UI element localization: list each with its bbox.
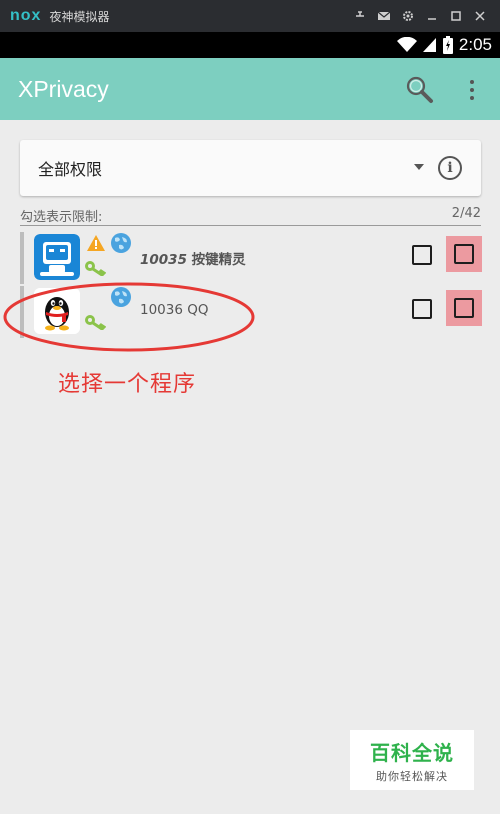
app-uid: 10035: [140, 252, 187, 268]
restriction-checkbox-highlighted[interactable]: [454, 244, 474, 264]
app-label: 按键精灵: [191, 252, 246, 268]
status-time: 2:05: [458, 35, 492, 54]
warning-icon: [87, 235, 105, 251]
minimize-icon[interactable]: [420, 0, 444, 32]
app-list-item[interactable]: 10035 按键精灵: [20, 232, 482, 284]
restricted-checkbox-cell: [446, 236, 482, 272]
mail-icon[interactable]: [372, 0, 396, 32]
watermark-logo: 百科全说 助你轻松解决: [350, 730, 474, 790]
restriction-category-dropdown[interactable]: 全部权限 i: [20, 140, 481, 196]
close-icon[interactable]: [468, 0, 492, 32]
restriction-checkbox[interactable]: [412, 245, 432, 265]
gear-icon[interactable]: [396, 0, 420, 32]
key-icon: [85, 261, 106, 276]
restriction-category-label: 全部权限: [38, 160, 103, 179]
battery-icon: [442, 36, 453, 54]
restricted-checkbox-cell: [446, 290, 482, 326]
filter-count: 2/42: [451, 206, 481, 221]
restriction-checkbox-highlighted[interactable]: [454, 298, 474, 318]
android-status-bar: 2:05: [0, 32, 500, 58]
restriction-checkbox[interactable]: [412, 299, 432, 319]
watermark-sub: 助你轻松解决: [376, 769, 448, 783]
pin-icon[interactable]: [348, 0, 372, 32]
dropdown-arrow-icon[interactable]: [414, 164, 424, 170]
app-title: XPrivacy: [18, 75, 109, 102]
more-vert-icon[interactable]: [462, 76, 482, 104]
info-icon[interactable]: i: [438, 156, 462, 180]
emulator-title: 夜神模拟器: [49, 9, 110, 24]
wifi-icon: [396, 37, 417, 52]
watermark-main: 百科全说: [370, 740, 454, 765]
emulator-window-controls: [348, 0, 492, 32]
filter-label: 勾选表示限制:: [20, 210, 103, 225]
main-content: 全部权限 i 勾选表示限制: 2/42 10035 按键精灵 10036 QQ …: [0, 120, 500, 814]
app-name: 10035 按键精灵: [140, 248, 246, 268]
robot-app-icon: [34, 234, 80, 280]
globe-icon: [111, 233, 131, 253]
annotation-ellipse: [3, 282, 255, 352]
signal-icon: [422, 38, 436, 52]
maximize-icon[interactable]: [444, 0, 468, 32]
filter-header: 勾选表示限制: 2/42: [20, 206, 481, 226]
emulator-logo: nox: [10, 7, 42, 24]
search-icon[interactable]: [404, 74, 434, 104]
app-toolbar: XPrivacy: [0, 58, 500, 120]
emulator-title-bar: nox 夜神模拟器: [0, 0, 500, 32]
annotation-text: 选择一个程序: [58, 372, 197, 397]
